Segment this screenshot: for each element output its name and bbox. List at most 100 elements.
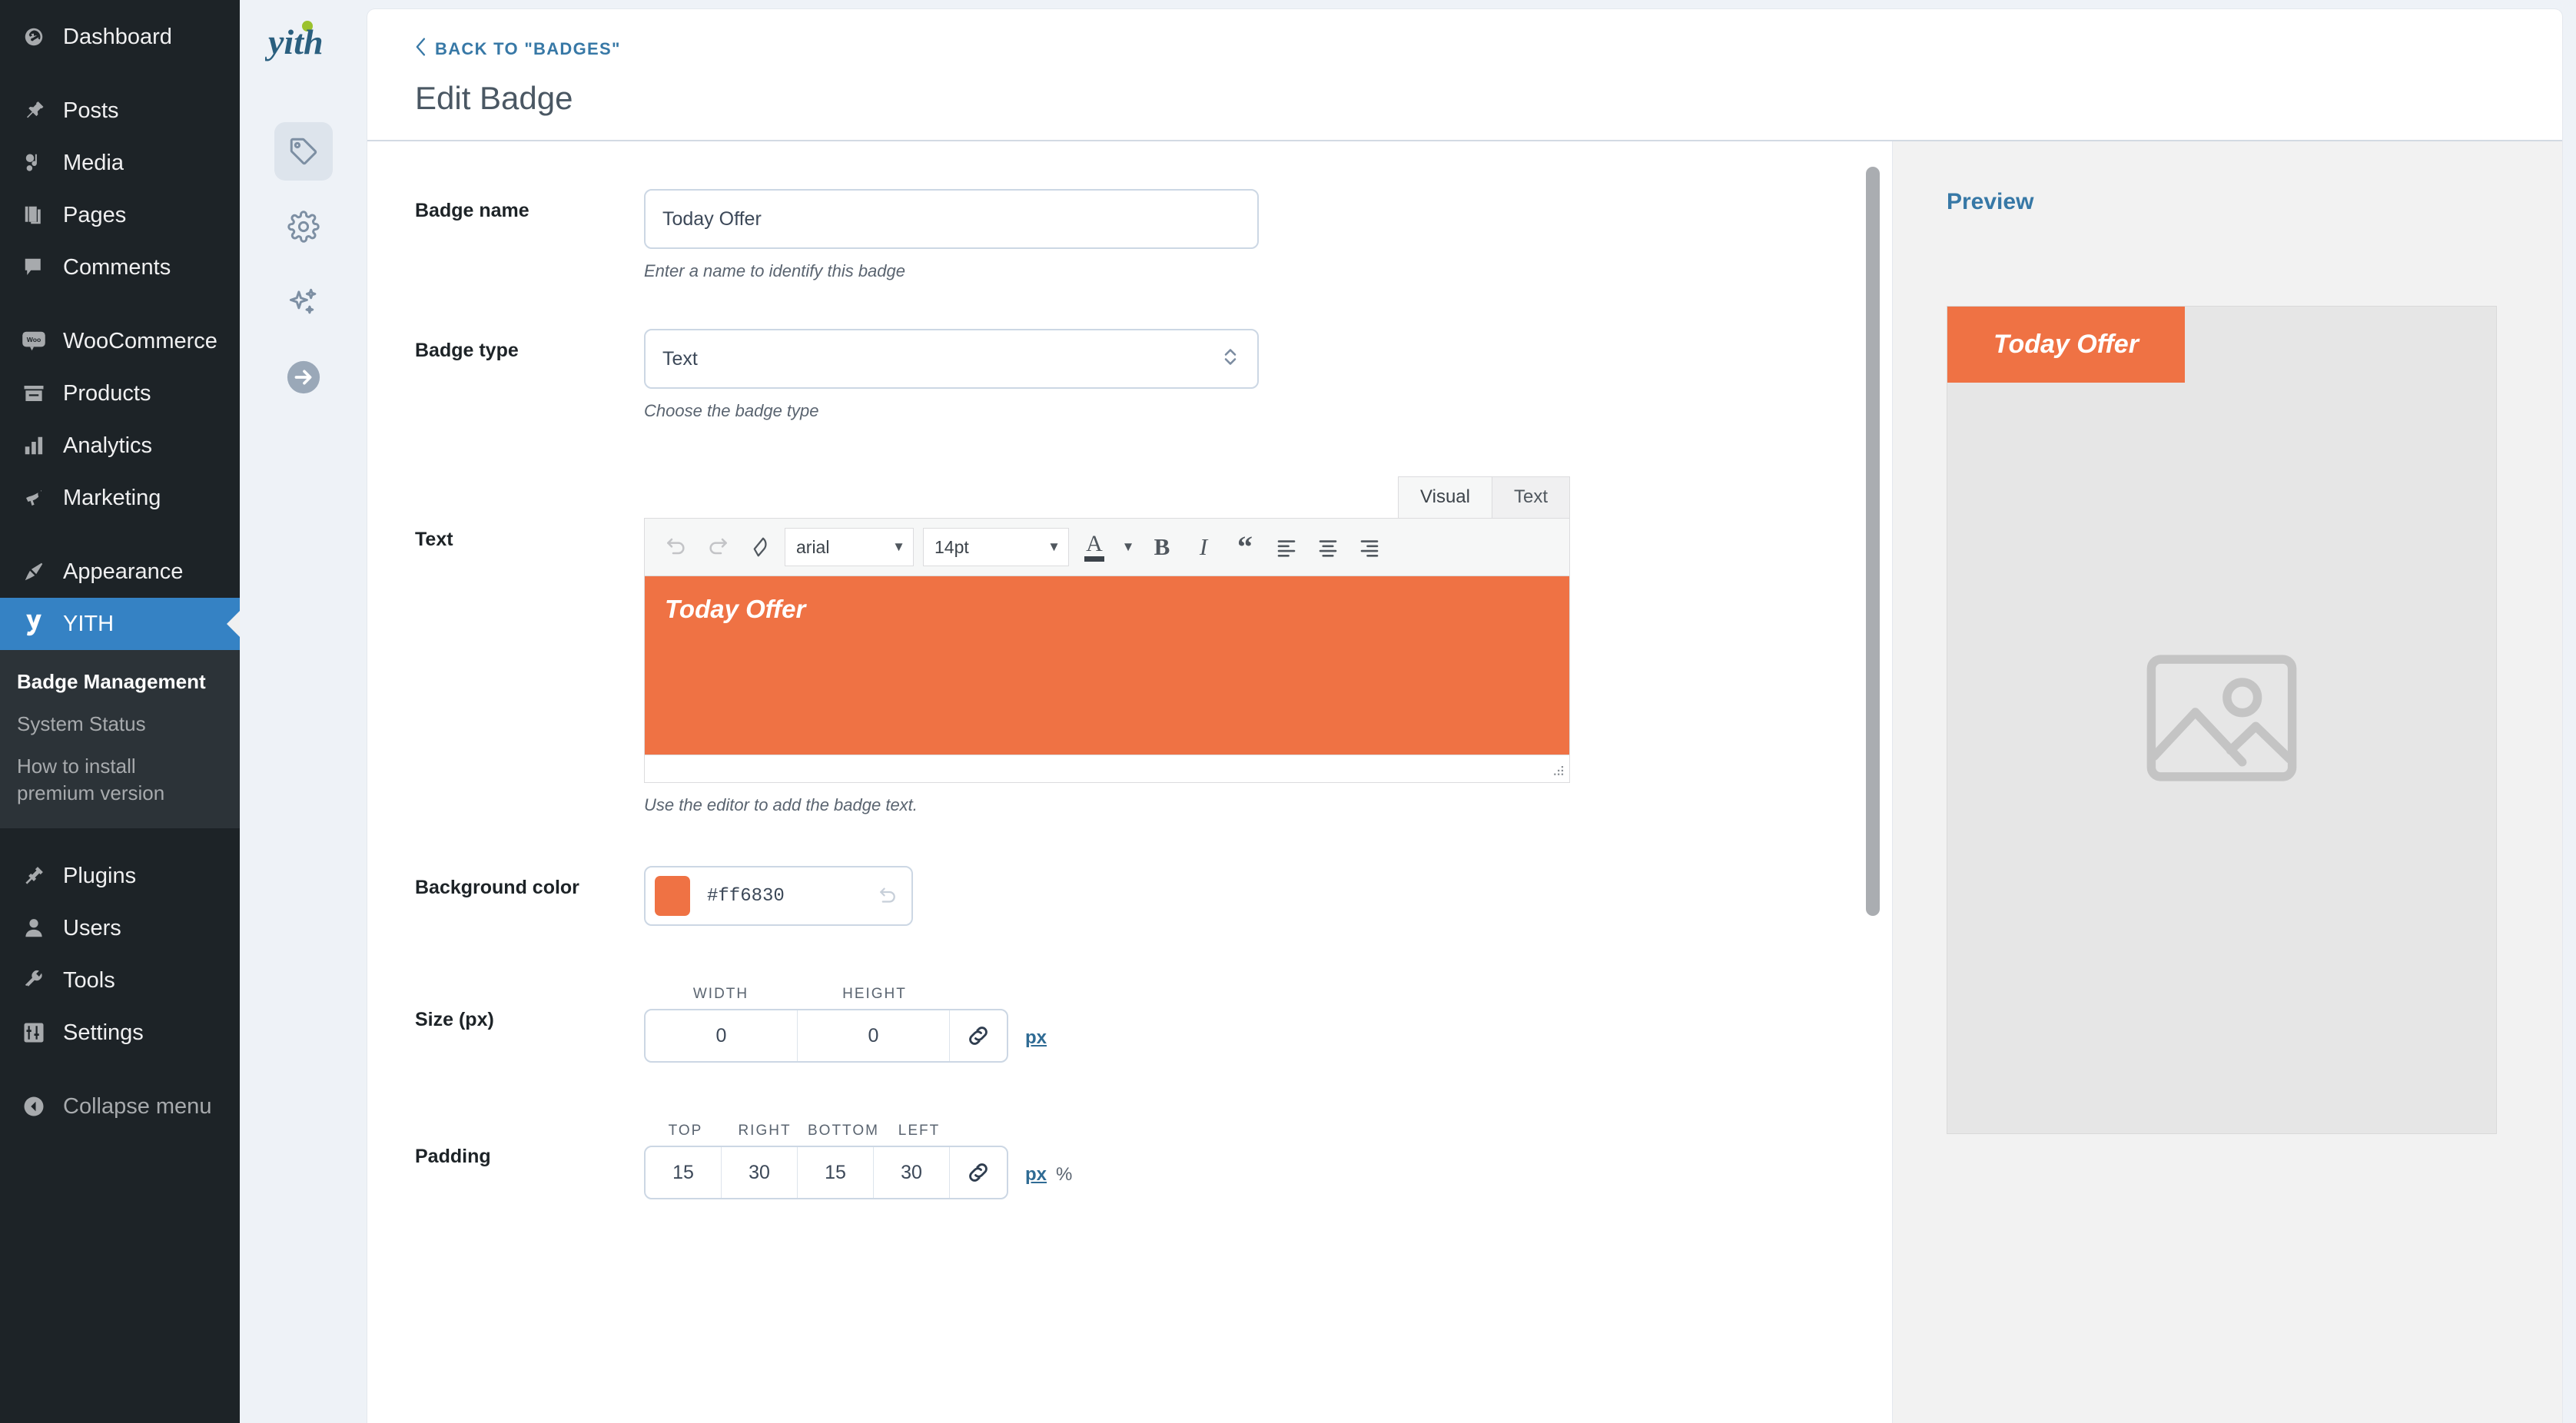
tab-visual[interactable]: Visual (1398, 476, 1492, 518)
pages-icon (17, 204, 51, 227)
text-color-icon[interactable]: A (1074, 526, 1115, 568)
sidebar-item-label: Appearance (63, 559, 184, 584)
undo-icon[interactable] (656, 526, 697, 568)
size-width-input[interactable]: 0 (646, 1010, 798, 1061)
size-group: WIDTH HEIGHT 0 0 (644, 986, 1008, 1063)
italic-icon[interactable]: I (1183, 526, 1224, 568)
padding-right-input[interactable]: 30 (722, 1147, 798, 1198)
badge-type-description: Choose the badge type (644, 401, 819, 420)
sidebar-item-dashboard[interactable]: Dashboard (0, 11, 240, 63)
font-size-select[interactable]: 14pt ▼ (923, 528, 1069, 566)
chevron-down-icon: ▼ (892, 539, 905, 554)
chevron-down-icon: ▼ (1121, 539, 1135, 554)
text-label: Text (415, 529, 453, 550)
sidebar-item-products[interactable]: Products (0, 367, 240, 420)
text-color-glyph: A (1086, 530, 1103, 556)
gear-icon[interactable] (274, 197, 333, 256)
submenu-item-how-to-install-premium-version[interactable]: How to install premium version (0, 745, 177, 814)
page-title: Edit Badge (415, 80, 573, 116)
bold-icon[interactable]: B (1141, 526, 1183, 568)
editor-tabs: Visual Text (644, 476, 1570, 518)
sidebar-item-label: Settings (63, 1020, 144, 1045)
sidebar-item-label: Products (63, 380, 151, 406)
chevron-left-icon (415, 37, 427, 61)
sparkles-icon[interactable] (274, 273, 333, 331)
sidebar-item-posts[interactable]: Posts (0, 85, 240, 137)
tab-text[interactable]: Text (1491, 476, 1570, 518)
resize-handle-icon[interactable] (1552, 766, 1564, 778)
badge-name-input[interactable] (644, 189, 1259, 249)
chevron-down-icon: ▼ (1047, 539, 1061, 554)
submenu-item-system-status[interactable]: System Status (0, 703, 240, 745)
sidebar-item-media[interactable]: Media (0, 137, 240, 189)
yith-icon (17, 612, 51, 636)
sliders-icon (17, 1021, 51, 1044)
blockquote-icon[interactable]: “ (1224, 526, 1266, 568)
align-right-icon[interactable] (1349, 526, 1390, 568)
sidebar-item-plugins[interactable]: Plugins (0, 850, 240, 902)
field-text: Text Visual Text arial ▼ 14pt ▼ A ▼ B I … (367, 476, 1892, 815)
align-center-icon[interactable] (1307, 526, 1349, 568)
link-icon[interactable] (950, 1010, 1007, 1061)
italic-glyph: I (1199, 533, 1208, 560)
redo-icon[interactable] (697, 526, 739, 568)
size-inputs: 0 0 (644, 1009, 1008, 1063)
preview-product-card: Today Offer (1947, 306, 2497, 1134)
padding-bottom-input[interactable]: 15 (798, 1147, 874, 1198)
sidebar-item-marketing[interactable]: Marketing (0, 472, 240, 524)
svg-text:yith: yith (265, 22, 324, 61)
sidebar-item-analytics[interactable]: Analytics (0, 420, 240, 472)
font-size-value: 14pt (934, 536, 969, 557)
sidebar-item-tools[interactable]: Tools (0, 954, 240, 1007)
sidebar-item-users[interactable]: Users (0, 902, 240, 954)
badge-type-select[interactable]: Text (644, 329, 1259, 389)
sidebar-item-yith[interactable]: YITH (0, 598, 240, 650)
collapse-icon (17, 1095, 51, 1118)
padding-left-input[interactable]: 30 (874, 1147, 950, 1198)
sidebar-item-comments[interactable]: Comments (0, 241, 240, 294)
arrow-right-circle-icon[interactable] (274, 348, 333, 406)
badge-type-value: Text (662, 347, 698, 370)
link-icon[interactable] (950, 1147, 1007, 1198)
megaphone-icon (17, 486, 51, 509)
form-scrollbar-track[interactable] (1866, 163, 1880, 1423)
sidebar-item-settings[interactable]: Settings (0, 1007, 240, 1059)
sidebar-item-pages[interactable]: Pages (0, 189, 240, 241)
woo-icon: Woo (17, 330, 51, 353)
align-left-icon[interactable] (1266, 526, 1307, 568)
preview-panel: Preview Today Offer (1892, 141, 2562, 1423)
editor-content-area[interactable]: Today Offer (645, 576, 1569, 755)
sidebar-item-woocommerce[interactable]: Woo WooCommerce (0, 315, 240, 367)
badge-name-label: Badge name (415, 200, 529, 221)
form-scrollbar-thumb[interactable] (1866, 167, 1880, 916)
comment-icon (17, 256, 51, 279)
tag-icon[interactable] (274, 122, 333, 181)
sidebar-divider (0, 1059, 240, 1080)
chevron-updown-icon (1222, 343, 1239, 375)
submenu-item-badge-management[interactable]: Badge Management (0, 661, 240, 703)
yith-submenu: Badge Management System Status How to in… (0, 650, 240, 829)
font-family-value: arial (796, 536, 830, 557)
sidebar-item-label: Pages (63, 202, 127, 227)
sidebar-item-collapse-menu[interactable]: Collapse menu (0, 1080, 240, 1133)
padding-top-input[interactable]: 15 (646, 1147, 722, 1198)
padding-unit-px[interactable]: px (1025, 1164, 1047, 1186)
reset-color-icon[interactable] (876, 884, 899, 907)
color-hex-value[interactable]: #ff6830 (707, 886, 876, 907)
back-to-badges-link[interactable]: BACK TO "BADGES" (415, 37, 621, 61)
padding-unit-percent[interactable]: % (1056, 1164, 1072, 1186)
size-height-input[interactable]: 0 (798, 1010, 950, 1061)
eraser-icon[interactable] (739, 526, 780, 568)
text-color-dropdown-icon[interactable]: ▼ (1115, 526, 1141, 568)
editor-toolbar: arial ▼ 14pt ▼ A ▼ B I “ (645, 519, 1569, 576)
padding-header-left: LEFT (898, 1123, 941, 1139)
background-color-label: Background color (415, 877, 579, 898)
size-unit-px[interactable]: px (1025, 1027, 1047, 1049)
color-swatch[interactable] (655, 876, 690, 916)
background-color-picker[interactable]: #ff6830 (644, 866, 913, 926)
font-family-select[interactable]: arial ▼ (785, 528, 914, 566)
brush-icon (17, 560, 51, 583)
preview-title: Preview (1947, 189, 2034, 214)
sidebar-item-appearance[interactable]: Appearance (0, 546, 240, 598)
image-placeholder-icon (2145, 654, 2299, 787)
